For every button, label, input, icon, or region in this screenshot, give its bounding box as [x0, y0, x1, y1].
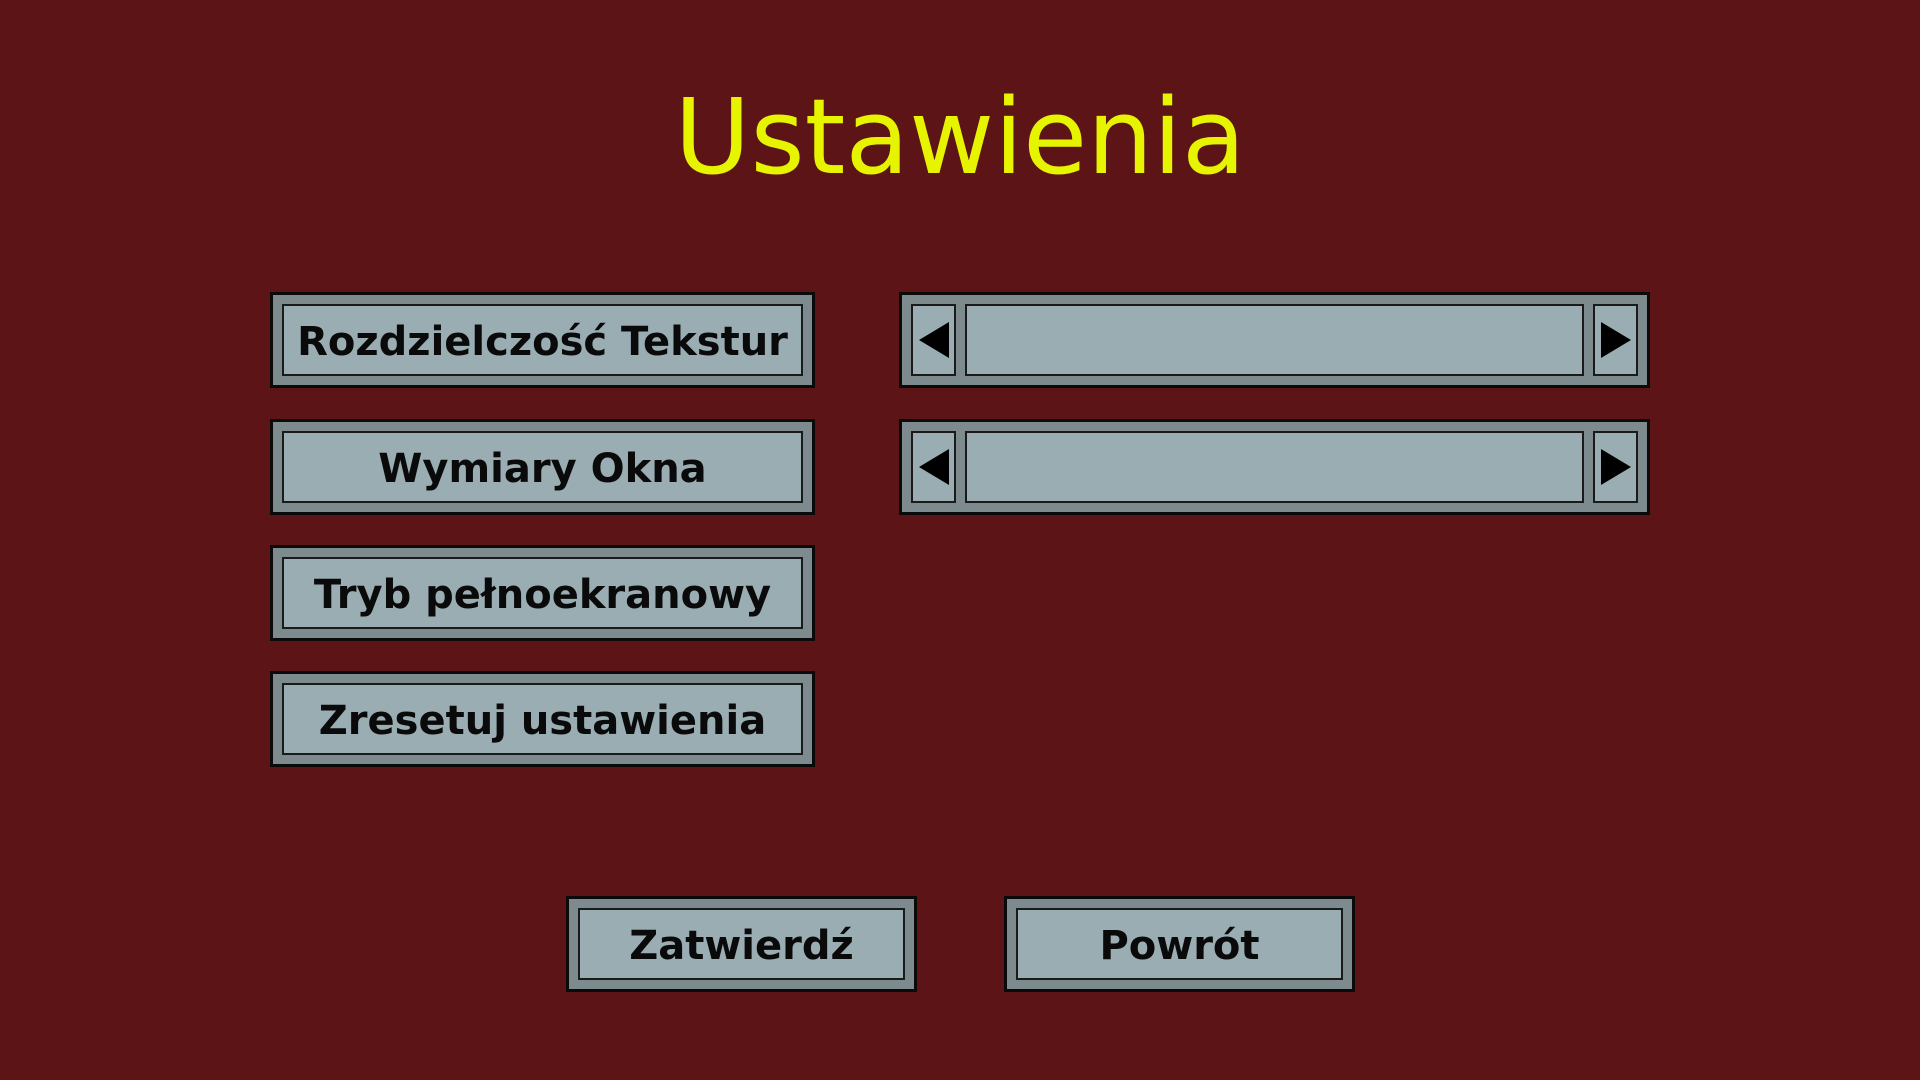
button-label: Zresetuj ustawienia: [318, 698, 767, 744]
arrow-left-icon: [918, 322, 949, 358]
button-face: Zresetuj ustawienia: [282, 683, 803, 755]
button-face: Tryb pełnoekranowy: [282, 557, 803, 629]
button-face: Wymiary Okna: [282, 431, 803, 503]
button-face: Powrót: [1016, 908, 1343, 980]
window-size-selector: [899, 419, 1650, 515]
arrow-right-icon: [1600, 322, 1631, 358]
button-face: Rozdzielczość Tekstur: [282, 304, 803, 376]
button-label: Wymiary Okna: [378, 446, 707, 492]
reset-settings-button[interactable]: Zresetuj ustawienia: [270, 671, 815, 767]
texture-resolution-selector: [899, 292, 1650, 388]
button-label: Rozdzielczość Tekstur: [297, 319, 788, 365]
window-size-next-button[interactable]: [1593, 431, 1638, 503]
window-size-value: [965, 431, 1584, 503]
settings-screen: Ustawienia Rozdzielczość Tekstur Wymiary…: [0, 0, 1920, 1080]
window-size-prev-button[interactable]: [911, 431, 956, 503]
arrow-left-icon: [918, 449, 949, 485]
confirm-button[interactable]: Zatwierdź: [566, 896, 917, 992]
texture-resolution-value: [965, 304, 1584, 376]
arrow-right-icon: [1600, 449, 1631, 485]
texture-resolution-next-button[interactable]: [1593, 304, 1638, 376]
button-face: Zatwierdź: [578, 908, 905, 980]
button-label: Tryb pełnoekranowy: [313, 572, 772, 618]
window-size-button[interactable]: Wymiary Okna: [270, 419, 815, 515]
texture-resolution-prev-button[interactable]: [911, 304, 956, 376]
fullscreen-button[interactable]: Tryb pełnoekranowy: [270, 545, 815, 641]
button-label: Powrót: [1099, 923, 1260, 969]
texture-resolution-button[interactable]: Rozdzielczość Tekstur: [270, 292, 815, 388]
page-title: Ustawienia: [674, 76, 1246, 198]
button-label: Zatwierdź: [629, 923, 854, 969]
back-button[interactable]: Powrót: [1004, 896, 1355, 992]
